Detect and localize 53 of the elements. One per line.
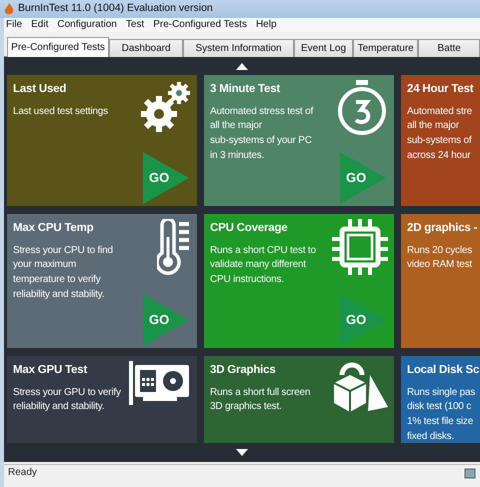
- tile-description: Automated stress test of all the major sub-systems of your PC in 3 minutes.: [210, 104, 314, 163]
- go-button[interactable]: GO: [340, 294, 386, 346]
- tile-title: 3 Minute Test: [210, 83, 280, 97]
- tile[interactable]: Max CPU Temp Stress your CPU to find your maximum temperature to verify reliability and stability. GO: [7, 214, 197, 348]
- tile-title: 3D Graphics: [210, 364, 276, 378]
- tile-title: Local Disk Sc: [407, 364, 480, 378]
- tab[interactable]: Dashboard: [109, 39, 184, 57]
- tile[interactable]: CPU Coverage Runs a short CPU test to validate many different CPU instructions. GO: [204, 214, 394, 348]
- tile-description: Automated stre all the major sub-systems of across 24 hour: [407, 104, 472, 163]
- tile-description: Runs a short full screen 3D graphics test.: [210, 386, 310, 414]
- tile-description: Runs 20 cycles video RAM test: [407, 244, 472, 272]
- tile-description: Stress your CPU to find your maximum temperature to verify reliability and stability.: [13, 244, 113, 302]
- tab[interactable]: Batte: [418, 39, 480, 57]
- scroll-up-icon[interactable]: [236, 62, 248, 70]
- chip-icon: [332, 219, 388, 275]
- menu-item[interactable]: Edit: [31, 18, 48, 32]
- tile[interactable]: 3 Minute Test Automated stress test of all the major sub-systems of your PC in 3 minutes. GO: [204, 75, 394, 206]
- tab[interactable]: Pre-Configured Tests: [7, 37, 110, 57]
- menu-item[interactable]: Configuration: [57, 18, 117, 32]
- tab[interactable]: Event Log: [294, 39, 354, 57]
- menu-item[interactable]: Pre-Configured Tests: [153, 18, 247, 32]
- tile[interactable]: 3D Graphics Runs a short full screen 3D graphics test.: [204, 356, 394, 443]
- tile[interactable]: Max GPU Test Stress your GPU to verify reliability and stability.: [7, 356, 197, 443]
- window-title: BurnInTest 11.0 (1004) Evaluation version: [18, 1, 213, 16]
- tile-title: Max CPU Temp: [13, 222, 94, 236]
- tile-title: 2D graphics -: [407, 222, 478, 236]
- tile[interactable]: 2D graphics - Runs 20 cycles video RAM test: [401, 214, 480, 348]
- tile-title: Max GPU Test: [13, 364, 88, 378]
- menu-item[interactable]: File: [6, 18, 22, 32]
- app-icon: [4, 3, 14, 15]
- tab[interactable]: Temperature: [353, 39, 418, 57]
- cube-and-cone-icon: [332, 361, 388, 413]
- tile[interactable]: Local Disk Sc Runs single pas disk test (100 c 1% test file size fixed disks.: [401, 356, 480, 443]
- go-button[interactable]: GO: [143, 294, 189, 346]
- graphics-card-icon: [129, 361, 191, 405]
- tile-description: Last used test settings: [13, 104, 108, 119]
- go-button[interactable]: GO: [340, 152, 386, 204]
- tile[interactable]: Last Used Last used test settings GO: [7, 75, 197, 206]
- menu-item[interactable]: Help: [256, 18, 277, 32]
- status-text: Ready: [8, 466, 37, 480]
- tile-title: 24 Hour Test: [407, 83, 474, 97]
- tile-title: CPU Coverage: [210, 222, 288, 236]
- go-button[interactable]: GO: [143, 152, 189, 204]
- tab[interactable]: System Information: [183, 39, 294, 57]
- tile-description: Runs single pas disk test (100 c 1% test file size fixed disks.: [407, 386, 476, 443]
- tile-title: Last Used: [13, 83, 66, 97]
- stopwatch-icon: [336, 80, 388, 136]
- tile-description: Runs a short CPU test to validate many different CPU instructions.: [210, 244, 316, 287]
- tile[interactable]: 24 Hour Test Automated stre all the major sub-systems of across 24 hour: [401, 75, 480, 206]
- menu-item[interactable]: Test: [126, 18, 144, 32]
- thermometer-icon: [157, 219, 191, 277]
- tile-description: Stress your GPU to verify reliability and stability.: [13, 386, 121, 414]
- scroll-down-icon[interactable]: [236, 448, 248, 456]
